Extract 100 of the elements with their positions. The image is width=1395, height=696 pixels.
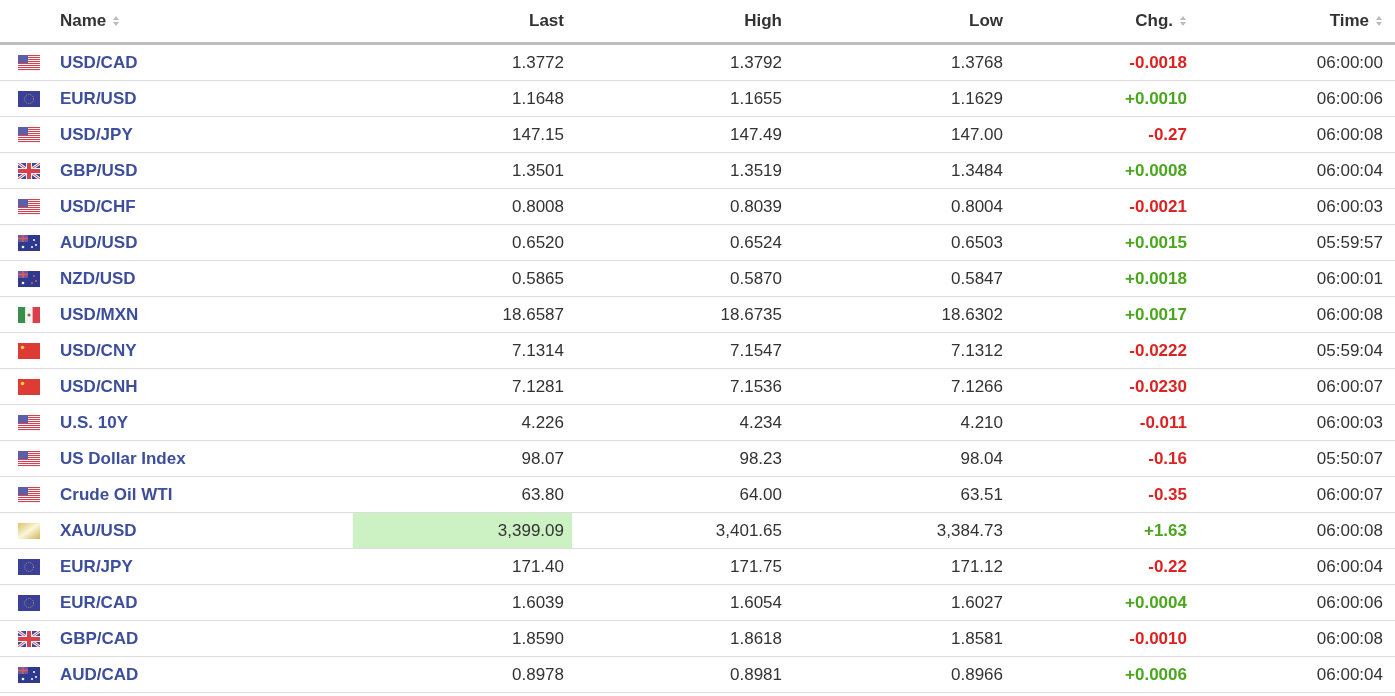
table-cell-text: 06:00:06 bbox=[1316, 87, 1383, 110]
change-value: +0.0006 bbox=[1125, 663, 1187, 686]
table-cell-text: 0.8981 bbox=[730, 663, 782, 686]
instrument-link[interactable]: USD/CHF bbox=[60, 193, 136, 220]
table-cell-text: 05:59:57 bbox=[1316, 231, 1383, 254]
table-cell-text: 18.6302 bbox=[941, 303, 1003, 326]
table-cell-text: 06:00:08 bbox=[1316, 627, 1383, 650]
change-value: -0.22 bbox=[1148, 555, 1187, 578]
change-value: -0.011 bbox=[1139, 411, 1187, 434]
table-cell-text: 64.00 bbox=[739, 483, 782, 506]
table-cell-text: 147.00 bbox=[951, 123, 1003, 146]
instrument-link[interactable]: AUD/CAD bbox=[60, 661, 139, 688]
instrument-link[interactable]: USD/CNH bbox=[60, 373, 138, 400]
instrument-link[interactable]: GBP/CAD bbox=[60, 625, 139, 652]
instrument-link[interactable]: NZD/USD bbox=[60, 265, 136, 292]
table-cell-text: 7.1266 bbox=[951, 375, 1003, 398]
table-cell-text: 1.3484 bbox=[951, 159, 1003, 182]
change-value: -0.35 bbox=[1148, 483, 1187, 506]
table-cell-text: 1.3768 bbox=[951, 51, 1003, 74]
table-cell-text: 1.8581 bbox=[951, 627, 1003, 650]
table-cell-text: 1.1629 bbox=[951, 87, 1003, 110]
table-cell-text: 0.8039 bbox=[730, 195, 782, 218]
table-cell-text: 147.49 bbox=[730, 123, 782, 146]
table-cell-text: 7.1312 bbox=[951, 339, 1003, 362]
change-value: -0.0010 bbox=[1129, 627, 1187, 650]
table-cell-text: 06:00:07 bbox=[1316, 375, 1383, 398]
table-cell-text: 1.6054 bbox=[730, 591, 782, 614]
table-cell-text: 98.23 bbox=[739, 447, 782, 470]
sort-icon bbox=[1375, 15, 1383, 27]
change-value: +0.0010 bbox=[1125, 87, 1187, 110]
change-value: -0.16 bbox=[1148, 447, 1187, 470]
column-header[interactable]: Time bbox=[1329, 8, 1369, 34]
sort-icon bbox=[112, 15, 121, 27]
instrument-link[interactable]: U.S. 10Y bbox=[60, 409, 129, 436]
table-cell-text: 06:00:08 bbox=[1316, 519, 1383, 542]
table-cell-text: 171.75 bbox=[730, 555, 782, 578]
change-value: +0.0017 bbox=[1125, 303, 1187, 326]
instrument-link[interactable]: AUD/USD bbox=[60, 229, 138, 256]
table-cell-text: 1.8618 bbox=[730, 627, 782, 650]
instrument-link[interactable]: Crude Oil WTI bbox=[60, 481, 173, 508]
instrument-link[interactable]: EUR/JPY bbox=[60, 553, 133, 580]
instrument-link[interactable]: USD/MXN bbox=[60, 301, 139, 328]
change-value: -0.0230 bbox=[1129, 375, 1187, 398]
table-cell-text: 06:00:06 bbox=[1316, 591, 1383, 614]
table-cell-text: 1.1655 bbox=[730, 87, 782, 110]
table-cell-text: 06:00:07 bbox=[1316, 483, 1383, 506]
change-value: +1.63 bbox=[1144, 519, 1187, 542]
table-cell-text: 06:00:04 bbox=[1316, 159, 1383, 182]
table-cell-text: 06:00:00 bbox=[1316, 51, 1383, 74]
table-cell: 3,399.09 bbox=[353, 513, 572, 548]
column-header[interactable]: Chg. bbox=[1135, 8, 1173, 34]
table-cell-text: 63.51 bbox=[960, 483, 1003, 506]
table-cell-text: 0.8966 bbox=[951, 663, 1003, 686]
table-cell-text: 18.6735 bbox=[720, 303, 782, 326]
table-cell-text: 05:50:07 bbox=[1316, 447, 1383, 470]
change-value: +0.0015 bbox=[1125, 231, 1187, 254]
change-value: +0.0018 bbox=[1125, 267, 1187, 290]
instrument-link[interactable]: XAU/USD bbox=[60, 517, 137, 544]
change-value: -0.27 bbox=[1148, 123, 1187, 146]
instrument-link[interactable]: USD/CAD bbox=[60, 49, 138, 76]
table-cell-text: 4.234 bbox=[739, 411, 782, 434]
table-cell-text: 06:00:04 bbox=[1316, 555, 1383, 578]
change-value: +0.0008 bbox=[1125, 159, 1187, 182]
table-cell-text: 06:00:03 bbox=[1316, 195, 1383, 218]
table-cell-text: 05:59:04 bbox=[1316, 339, 1383, 362]
table-cell-text: 3,384.73 bbox=[936, 519, 1003, 542]
change-value: +0.0004 bbox=[1125, 591, 1187, 614]
sort-icon bbox=[1179, 15, 1187, 27]
change-value: -0.0021 bbox=[1129, 195, 1187, 218]
column-header[interactable]: Name bbox=[60, 8, 107, 34]
instrument-link[interactable]: USD/CNY bbox=[60, 337, 137, 364]
table-cell-text: 3,401.65 bbox=[715, 519, 782, 542]
table-cell-text: 0.5847 bbox=[951, 267, 1003, 290]
instrument-link[interactable]: GBP/USD bbox=[60, 157, 138, 184]
instrument-link[interactable]: USD/JPY bbox=[60, 121, 133, 148]
table-cell-text: 7.1536 bbox=[730, 375, 782, 398]
column-header: Last bbox=[529, 10, 564, 33]
column-header: Low bbox=[969, 10, 1003, 33]
change-value: -0.0018 bbox=[1129, 51, 1187, 74]
table-cell-text: 1.3519 bbox=[730, 159, 782, 182]
table-cell-text: 171.12 bbox=[951, 555, 1003, 578]
table-cell-text: 06:00:08 bbox=[1316, 303, 1383, 326]
table-cell-text: 7.1547 bbox=[730, 339, 782, 362]
table-cell-text: 0.6503 bbox=[951, 231, 1003, 254]
table-cell-text: 0.5870 bbox=[730, 267, 782, 290]
instrument-link[interactable]: EUR/CAD bbox=[60, 589, 138, 616]
table-cell-text: 98.04 bbox=[960, 447, 1003, 470]
change-value: -0.0222 bbox=[1129, 339, 1187, 362]
table-cell-text: 06:00:03 bbox=[1316, 411, 1383, 434]
table-cell-text: 0.8004 bbox=[951, 195, 1003, 218]
table-cell-text: 4.210 bbox=[960, 411, 1003, 434]
table-cell-text: 06:00:08 bbox=[1316, 123, 1383, 146]
instrument-link[interactable]: EUR/USD bbox=[60, 85, 137, 112]
table-cell-text: 06:00:04 bbox=[1316, 663, 1383, 686]
column-header: High bbox=[744, 10, 782, 33]
table-cell-text: 1.6027 bbox=[951, 591, 1003, 614]
table-cell-text: 0.6524 bbox=[730, 231, 782, 254]
table-cell-text: 06:00:01 bbox=[1316, 267, 1383, 290]
table-cell-text: 1.3792 bbox=[730, 51, 782, 74]
instrument-link[interactable]: US Dollar Index bbox=[60, 445, 186, 472]
